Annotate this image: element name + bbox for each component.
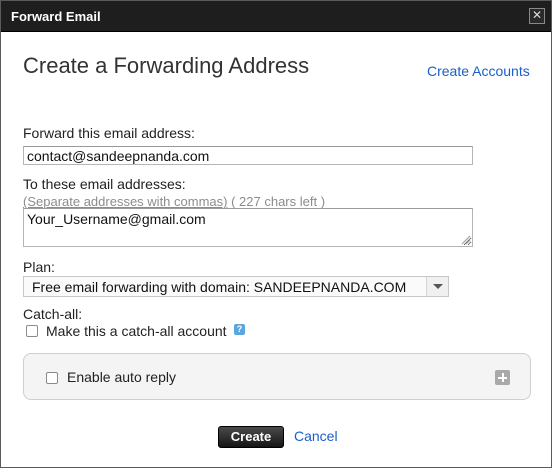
close-icon: ✕ bbox=[531, 8, 543, 22]
page-title: Create a Forwarding Address bbox=[23, 53, 310, 78]
auto-reply-checkbox[interactable] bbox=[46, 372, 58, 384]
forward-email-dialog: Forward Email ✕ Create a Forwarding Addr… bbox=[0, 0, 552, 468]
forward-from-input[interactable] bbox=[23, 146, 473, 165]
auto-reply-label[interactable]: Enable auto reply bbox=[67, 369, 176, 385]
plan-label: Plan: bbox=[23, 259, 55, 275]
titlebar: Forward Email ✕ bbox=[1, 1, 551, 32]
help-icon[interactable]: ? bbox=[234, 324, 245, 335]
expand-plus-icon[interactable] bbox=[495, 370, 510, 385]
close-button[interactable]: ✕ bbox=[529, 8, 545, 24]
catch-all-checkbox[interactable] bbox=[26, 325, 38, 337]
chevron-down-icon bbox=[426, 277, 448, 296]
plan-select[interactable]: Free email forwarding with domain: SANDE… bbox=[23, 276, 449, 297]
chars-left-counter: ( 227 chars left ) bbox=[231, 194, 326, 209]
forward-from-label: Forward this email address: bbox=[23, 125, 195, 141]
resize-grip-icon[interactable] bbox=[461, 235, 471, 245]
forward-to-label: To these email addresses: bbox=[23, 176, 186, 192]
plan-selected-value: Free email forwarding with domain: SANDE… bbox=[32, 279, 407, 295]
create-accounts-link[interactable]: Create Accounts bbox=[427, 63, 530, 79]
cancel-link[interactable]: Cancel bbox=[294, 428, 338, 444]
catch-all-checkbox-label[interactable]: Make this a catch-all account bbox=[46, 323, 227, 339]
create-button[interactable]: Create bbox=[218, 426, 284, 448]
separate-hint: (Separate addresses with commas) bbox=[23, 194, 228, 209]
help-glyph: ? bbox=[236, 324, 243, 334]
catch-all-label: Catch-all: bbox=[23, 306, 83, 322]
forward-to-hint: (Separate addresses with commas) ( 227 c… bbox=[23, 194, 325, 209]
window-title: Forward Email bbox=[11, 9, 101, 24]
forward-to-textarea[interactable]: Your_Username@gmail.com bbox=[23, 208, 473, 247]
